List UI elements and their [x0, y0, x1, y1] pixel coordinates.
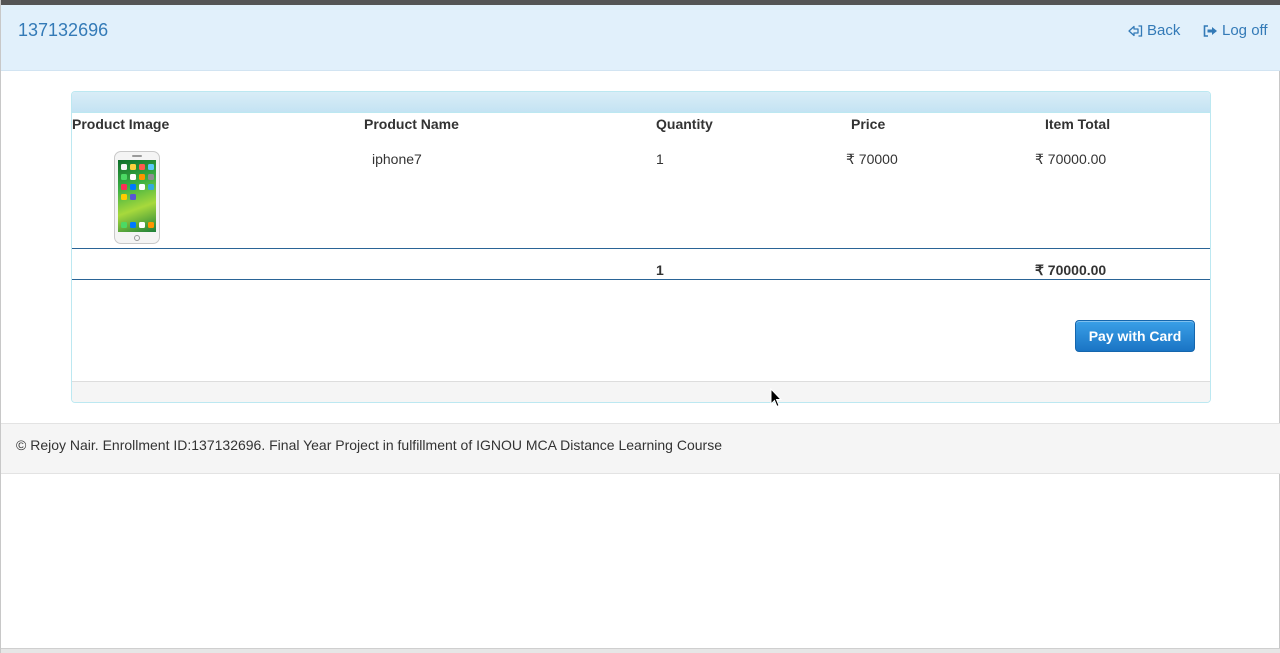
column-header-product-image: Product Image	[72, 116, 170, 132]
footer-copyright: © Rejoy Nair. Enrollment ID:137132696. F…	[16, 437, 722, 453]
back-icon	[1128, 24, 1143, 37]
panel-footer	[72, 381, 1210, 402]
total-divider-top	[72, 248, 1210, 249]
product-quantity: 1	[656, 151, 664, 167]
mouse-cursor-icon	[770, 387, 783, 411]
product-price: ₹ 70000	[846, 151, 898, 167]
iphone-icon	[114, 151, 160, 244]
log-out-icon	[1203, 24, 1218, 37]
back-link[interactable]: Back	[1128, 22, 1180, 39]
browser-bottom-strip	[1, 648, 1280, 653]
total-amount: ₹ 70000.00	[1035, 262, 1107, 278]
pay-with-card-button[interactable]: Pay with Card	[1075, 320, 1195, 352]
page-footer: © Rejoy Nair. Enrollment ID:137132696. F…	[1, 423, 1280, 474]
panel-heading	[72, 92, 1210, 113]
navbar: 137132696 Back Log off	[1, 5, 1280, 71]
brand-link[interactable]: 137132696	[18, 20, 108, 41]
logoff-label: Log off	[1222, 22, 1268, 39]
back-label: Back	[1147, 22, 1181, 39]
column-header-item-total: Item Total	[1045, 116, 1111, 132]
logoff-link[interactable]: Log off	[1203, 22, 1268, 39]
total-quantity: 1	[656, 262, 664, 278]
product-name: iphone7	[372, 151, 422, 167]
page: 137132696 Back Log off Product Image Pro…	[0, 0, 1280, 653]
column-header-product-name: Product Name	[364, 116, 459, 132]
product-item-total: ₹ 70000.00	[1035, 151, 1107, 167]
total-divider-bottom	[72, 279, 1210, 280]
column-header-price: Price	[851, 116, 886, 132]
cart-panel: Product Image Product Name Quantity Pric…	[71, 91, 1211, 403]
column-header-quantity: Quantity	[656, 116, 713, 132]
